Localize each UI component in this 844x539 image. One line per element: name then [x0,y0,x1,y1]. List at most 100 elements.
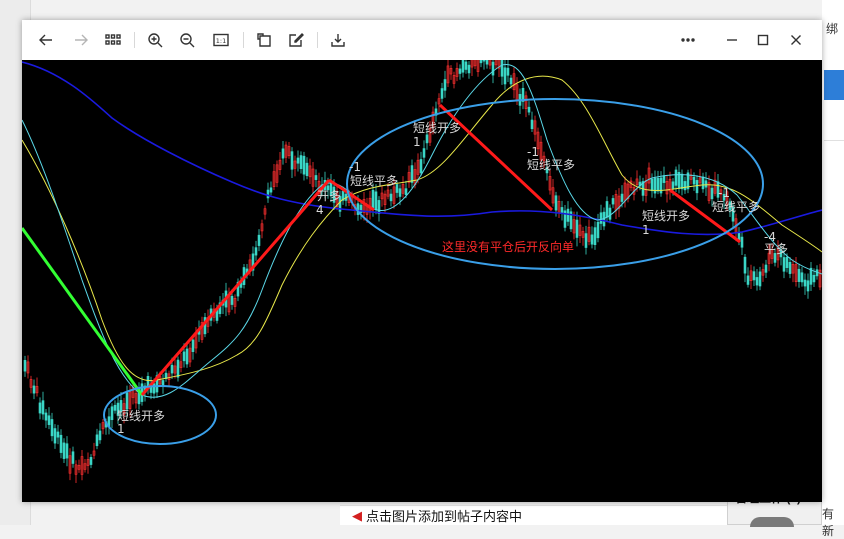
candle-body [599,212,603,224]
candle-body [299,155,303,169]
candle-body [500,60,504,77]
candle-body [38,402,42,414]
edit-icon[interactable] [284,28,308,52]
close-icon[interactable] [784,28,808,52]
candle-body [482,60,486,62]
candle-body [305,162,309,177]
candle-body [797,268,801,282]
candle-body [377,200,381,214]
task-right-text: 有新 [822,507,835,538]
candle-body [479,60,483,64]
candle-body [608,207,612,220]
candle-body [746,275,750,285]
candle-body [710,187,714,200]
annotation-label: 短线开多 [117,409,165,423]
candle-body [620,193,624,202]
minimize-icon[interactable] [720,28,744,52]
candle-body [32,385,36,394]
annotation-label: 4 [316,203,324,217]
candle-body [743,256,747,274]
candle-body [53,428,57,444]
candle-body [560,207,564,213]
candle-body [269,187,273,193]
annotation-label: 1 [117,422,125,436]
candle-body [185,348,189,365]
save-icon[interactable] [326,28,350,52]
annotation-label: -1 [349,160,361,174]
annotation-label: 1 [413,135,421,149]
forward-icon[interactable] [69,28,93,52]
annotation-label: 短线平多 [712,200,760,214]
candle-body [788,262,792,274]
candle-body [701,176,705,190]
image-viewer-window: 1:1 短线开多 1 -1 短线平多 开多 4 短线开多 1 -1 短线平多 短… [22,20,822,502]
toolbar-divider [243,32,244,48]
candle-body [404,188,408,195]
insert-image-notice-text: 点击图片添加到帖子内容中 [366,509,523,524]
svg-text:1:1: 1:1 [216,37,226,45]
candle-body [125,392,129,410]
candle-body [758,271,762,287]
candle-body [590,234,594,245]
candle-body [371,189,375,209]
candle-body [89,457,93,465]
candle-body [47,415,51,425]
candle-body [671,181,675,189]
annotation-label: 1 [642,223,650,237]
candle-body [584,233,588,248]
candle-body [95,434,99,447]
actual-size-icon[interactable]: 1:1 [209,28,233,52]
candle-body [296,157,300,164]
candle-body [566,208,570,222]
insert-image-notice[interactable]: ◀ 点击图片添加到帖子内容中 [340,505,728,525]
candle-body [464,61,468,70]
candle-body [740,236,744,248]
candle-body [176,359,180,378]
candle-body [575,219,579,238]
candle-body [425,134,429,144]
candle-body [554,195,558,211]
candle-body [752,271,756,281]
candle-body [62,442,66,459]
annotation-label: 短线开多 [642,209,690,223]
candle-body [611,198,615,205]
candle-body [113,404,117,411]
candle-body [398,188,402,197]
candle-body [605,201,609,218]
candle-body [680,173,684,190]
zoom-in-icon[interactable] [143,28,167,52]
annotation-note: 这里没有平仓后开反向单 [442,239,574,254]
grid-icon[interactable] [101,28,125,52]
candle-body [65,443,69,459]
annotation-label: -1 [718,186,730,200]
candlestick-chart: 短线开多 1 -1 短线平多 开多 4 短线开多 1 -1 短线平多 短线开多 … [22,60,822,502]
annotation-label: 开多 [317,189,341,203]
candle-body [755,277,759,286]
page-right-blue-block[interactable] [824,70,844,100]
candle-body [59,434,63,453]
annotation-label: 短线平多 [527,158,575,172]
candle-body [110,406,114,420]
candle-body [302,155,306,175]
candle-body [458,68,462,74]
more-icon[interactable] [676,28,700,52]
candle-body [806,280,810,292]
candle-body [71,451,75,464]
candle-body [764,264,768,273]
rotate-icon[interactable] [252,28,276,52]
candle-body [257,234,261,246]
candle-body [422,148,426,158]
candle-body [467,64,471,74]
candle-body [182,351,186,362]
chart-image: 短线开多 1 -1 短线平多 开多 4 短线开多 1 -1 短线平多 短线开多 … [22,60,822,502]
candle-body [506,67,510,76]
candle-body [509,77,513,85]
candle-body [593,227,597,245]
viewer-toolbar: 1:1 [22,20,822,60]
maximize-icon[interactable] [751,28,775,52]
candle-body [803,279,807,287]
candle-body [530,119,534,130]
zoom-out-icon[interactable] [175,28,199,52]
page-right-text: 绑 [826,22,839,36]
back-icon[interactable] [34,28,58,52]
